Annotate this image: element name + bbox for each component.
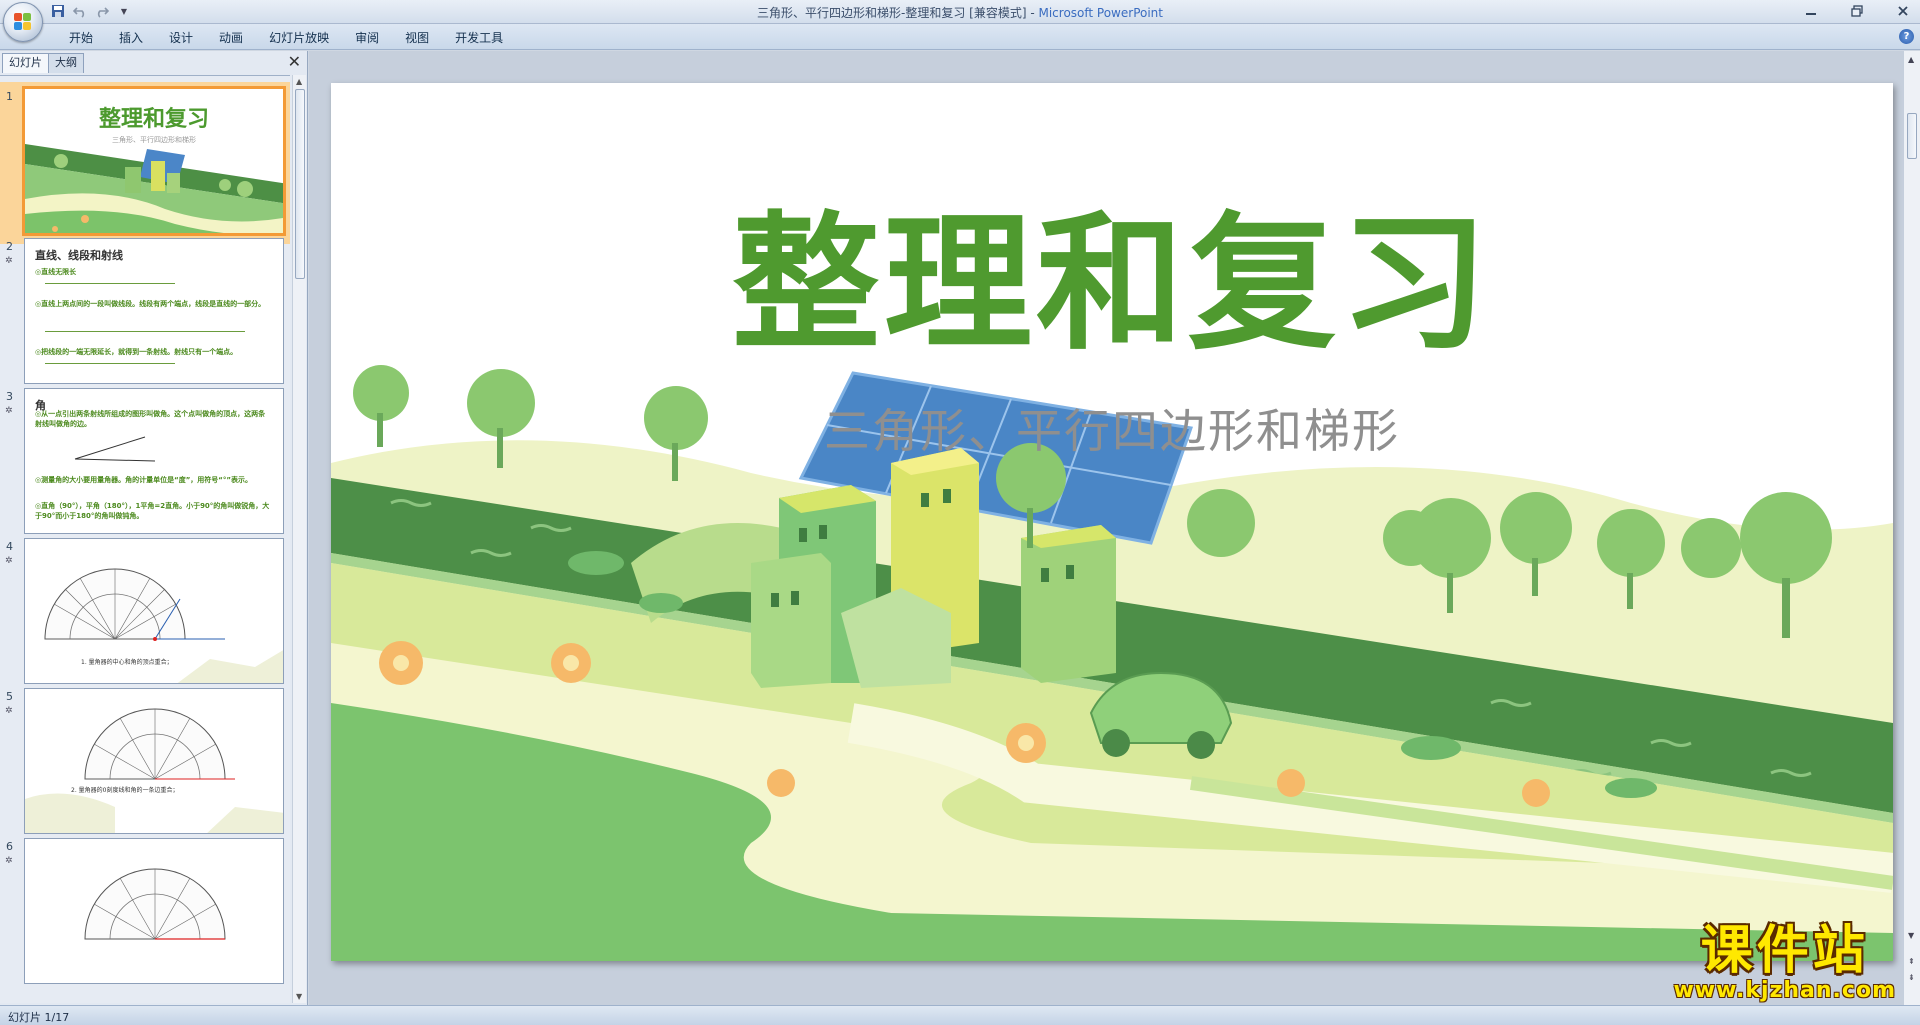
slide-thumbnail-4[interactable]: 4 ✲ 1. 量角器的中心和角的顶点重合； xyxy=(0,536,290,686)
protractor-diagram xyxy=(25,708,283,833)
scroll-down-icon[interactable]: ▼ xyxy=(296,992,302,1001)
thumb-line: ◎把线段的一端无限延长，就得到一条射线。射线只有一个端点。 xyxy=(35,348,238,356)
watermark-url: www.kjzhan.com xyxy=(1673,978,1896,1003)
slide-number: 1 xyxy=(6,90,13,103)
title-bar: ▼ 三角形、平行四边形和梯形-整理和复习 [兼容模式] - Microsoft … xyxy=(0,0,1920,42)
tab-developer[interactable]: 开发工具 xyxy=(442,29,516,47)
animation-icon: ✲ xyxy=(5,706,13,716)
scroll-down-icon[interactable]: ▼ xyxy=(1908,931,1914,940)
close-icon[interactable] xyxy=(1890,2,1916,20)
ribbon: 开始 插入 设计 动画 幻灯片放映 审阅 视图 开发工具 ? xyxy=(0,24,1920,50)
scroll-thumb[interactable] xyxy=(1907,113,1917,159)
slide-thumbnail-1[interactable]: 1 整理和复习 三角形、平行四边形和梯形 xyxy=(0,82,290,244)
slide-preview: 1. 量角器的中心和角的顶点重合； xyxy=(24,538,284,684)
slide-preview: 直线、线段和射线 ◎直线无限长 ◎直线上两点间的一段叫做线段。线段有两个端点，线… xyxy=(24,238,284,384)
ribbon-tabs: 开始 插入 设计 动画 幻灯片放映 审阅 视图 开发工具 xyxy=(56,29,516,47)
thumb-line: ◎直角（90°），平角（180°），1平角=2直角。小于90°的角叫做锐角，大于… xyxy=(35,502,270,520)
angle-diagram xyxy=(74,436,156,462)
animation-icon: ✲ xyxy=(5,256,13,266)
minimize-icon[interactable] xyxy=(1798,2,1824,20)
status-bar: 幻灯片 1/17 xyxy=(0,1005,1920,1025)
site-watermark: 课件站 www.kjzhan.com xyxy=(1673,923,1896,1003)
slide-subtitle[interactable]: 三角形、平行四边形和梯形 xyxy=(331,395,1893,461)
tab-slide-show[interactable]: 幻灯片放映 xyxy=(256,29,342,47)
previous-slide-icon[interactable]: ⇞ xyxy=(1908,957,1915,966)
current-slide[interactable]: 整理和复习 三角形、平行四边形和梯形 xyxy=(331,83,1893,961)
slide-number: 3 xyxy=(6,390,13,403)
slide-scrollbar[interactable]: ▲ ▼ ⇞ ⇟ xyxy=(1903,51,1920,1005)
scroll-up-icon[interactable]: ▲ xyxy=(1908,55,1914,64)
pane-tabs: 幻灯片 大纲 xyxy=(2,53,84,73)
thumb-line: ◎从一点引出两条射线所组成的图形叫做角。这个点叫做角的顶点，这两条射线叫做角的边… xyxy=(35,410,266,428)
slide-counter: 幻灯片 1/17 xyxy=(8,1011,70,1024)
office-logo-icon xyxy=(14,13,32,31)
slide-preview xyxy=(24,838,284,984)
animation-icon: ✲ xyxy=(5,406,13,416)
slide-thumbnail-list: 1 整理和复习 三角形、平行四边形和梯形 2 ✲ 直线、线段和射线 ◎直线无限长… xyxy=(0,75,290,1003)
office-button[interactable] xyxy=(3,2,43,42)
pane-close-icon[interactable]: ✕ xyxy=(288,54,301,70)
window-title: 三角形、平行四边形和梯形-整理和复习 [兼容模式] - Microsoft Po… xyxy=(0,4,1920,21)
tab-animations[interactable]: 动画 xyxy=(206,29,256,47)
restore-icon[interactable] xyxy=(1844,2,1870,20)
ray-diagram xyxy=(45,363,175,364)
slide-number: 5 xyxy=(6,690,13,703)
slide-number: 4 xyxy=(6,540,13,553)
slide-preview: 整理和复习 三角形、平行四边形和梯形 xyxy=(22,86,286,236)
segment-diagram xyxy=(45,331,245,332)
scroll-up-icon[interactable]: ▲ xyxy=(296,77,302,86)
tab-home[interactable]: 开始 xyxy=(56,29,106,47)
thumb-caption: 2. 量角器的0刻度线和角的一条边重合； xyxy=(71,787,179,794)
slides-pane: 幻灯片 大纲 ✕ 1 整理和复习 三角形、平行四边形和梯形 2 ✲ 直线、线段和… xyxy=(0,51,308,1005)
slide-preview: 2. 量角器的0刻度线和角的一条边重合； xyxy=(24,688,284,834)
tab-insert[interactable]: 插入 xyxy=(106,29,156,47)
window-controls xyxy=(1798,2,1916,20)
protractor-diagram xyxy=(84,868,226,940)
scroll-thumb[interactable] xyxy=(295,89,305,279)
thumb-landscape-art xyxy=(25,144,283,233)
help-icon[interactable]: ? xyxy=(1899,29,1914,44)
next-slide-icon[interactable]: ⇟ xyxy=(1908,973,1915,982)
animation-icon: ✲ xyxy=(5,556,13,566)
app-name: Microsoft PowerPoint xyxy=(1038,6,1163,20)
slide-thumbnail-6[interactable]: 6 ✲ xyxy=(0,836,290,986)
tab-review[interactable]: 审阅 xyxy=(342,29,392,47)
slide-thumbnail-5[interactable]: 5 ✲ 2. 量角器的0刻度线和角的一条边重合； xyxy=(0,686,290,836)
slide-title[interactable]: 整理和复习 xyxy=(331,163,1893,378)
slide-editor: 整理和复习 三角形、平行四边形和梯形 xyxy=(309,51,1903,1005)
thumb-line: ◎直线上两点间的一段叫做线段。线段有两个端点，线段是直线的一部分。 xyxy=(35,300,266,308)
slide-number: 6 xyxy=(6,840,13,853)
tab-slides[interactable]: 幻灯片 xyxy=(2,53,49,73)
tab-outline[interactable]: 大纲 xyxy=(48,53,84,73)
slide-thumbnail-3[interactable]: 3 ✲ 角 ◎从一点引出两条射线所组成的图形叫做角。这个点叫做角的顶点，这两条射… xyxy=(0,386,290,536)
thumb-caption: 1. 量角器的中心和角的顶点重合； xyxy=(81,659,173,666)
title-separator: - xyxy=(1026,6,1039,20)
thumb-heading: 直线、线段和射线 xyxy=(35,249,123,262)
slide-thumbnail-2[interactable]: 2 ✲ 直线、线段和射线 ◎直线无限长 ◎直线上两点间的一段叫做线段。线段有两个… xyxy=(0,236,290,386)
watermark-logo-text: 课件站 xyxy=(1700,921,1869,981)
tab-view[interactable]: 视图 xyxy=(392,29,442,47)
document-title: 三角形、平行四边形和梯形-整理和复习 [兼容模式] xyxy=(757,6,1027,20)
animation-icon: ✲ xyxy=(5,856,13,866)
thumb-line: ◎直线无限长 xyxy=(35,268,77,276)
slide-preview: 角 ◎从一点引出两条射线所组成的图形叫做角。这个点叫做角的顶点，这两条射线叫做角… xyxy=(24,388,284,534)
thumbnail-scrollbar[interactable]: ▲ ▼ xyxy=(292,75,306,1003)
line-diagram xyxy=(45,283,175,284)
tab-design[interactable]: 设计 xyxy=(156,29,206,47)
slide-number: 2 xyxy=(6,240,13,253)
thumb-line: ◎测量角的大小要用量角器。角的计量单位是“度”，用符号“°”表示。 xyxy=(35,476,253,484)
